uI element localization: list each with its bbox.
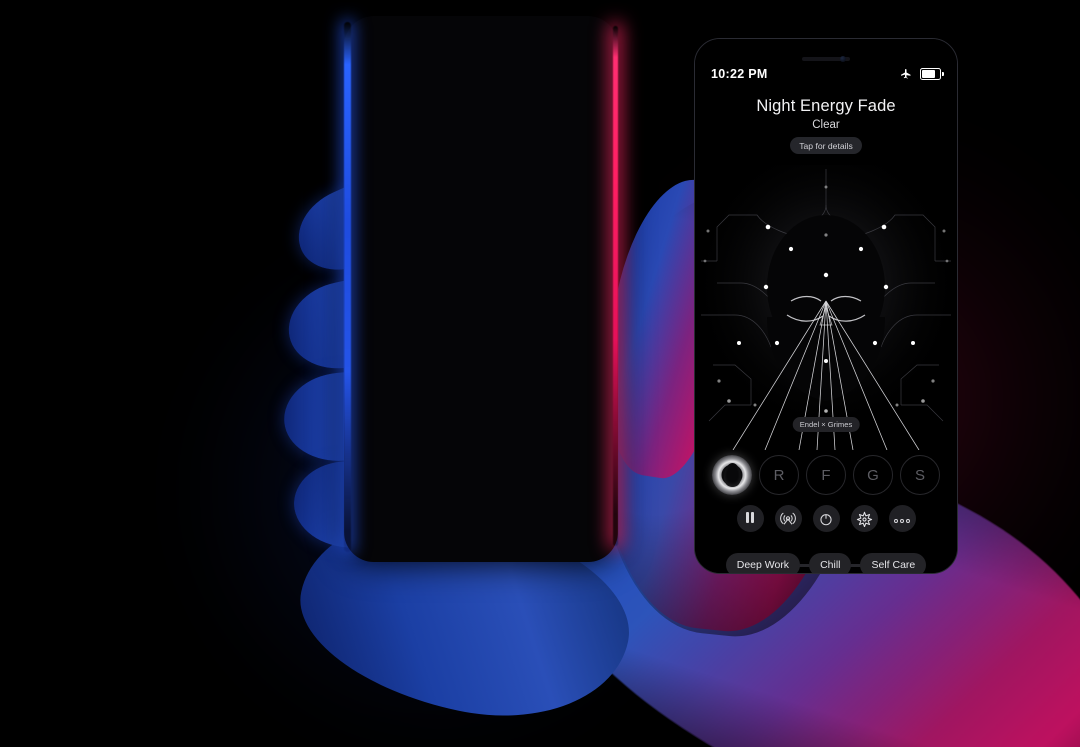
artwork-credit: Endel × Grimes <box>792 417 860 432</box>
status-bar: 10:22 PM <box>695 65 957 83</box>
radar-button[interactable] <box>774 505 802 532</box>
app-header: Night Energy Fade Clear Tap for details <box>695 97 957 154</box>
more-button[interactable] <box>888 505 916 532</box>
page-title: Night Energy Fade <box>756 97 896 115</box>
phone-bezel: 10:22 PM Night Energy Fade Clear Tap for… <box>694 38 958 574</box>
pause-icon <box>744 510 755 528</box>
mode-active-face[interactable] <box>712 455 752 495</box>
phone-edge-magenta-light <box>613 26 618 546</box>
mode-label: S <box>914 466 925 484</box>
airplane-icon <box>901 69 911 79</box>
mode-go[interactable]: G <box>853 455 893 495</box>
preset-chill[interactable]: Chill <box>809 553 852 573</box>
more-dots-icon <box>894 510 911 528</box>
brightness-button[interactable] <box>850 505 878 532</box>
status-icons <box>899 68 944 80</box>
preset-deep-work[interactable]: Deep Work <box>725 553 801 573</box>
face-glyph-icon <box>723 463 741 487</box>
page-subtitle: Clear <box>812 119 840 131</box>
mode-selector[interactable]: R F G S <box>695 455 957 495</box>
preset-self-care[interactable]: Self Care <box>860 553 927 573</box>
pause-button[interactable] <box>736 505 764 532</box>
control-row[interactable] <box>695 505 957 532</box>
battery-icon <box>920 68 944 80</box>
phone-edge-blue-light <box>344 22 351 552</box>
mode-sleep[interactable]: S <box>900 455 940 495</box>
power-timer-icon <box>820 513 832 525</box>
meditating-head-constellation-artwork[interactable]: Endel × Grimes <box>695 165 957 450</box>
status-clock: 10:22 PM <box>711 67 768 81</box>
scene: 10:22 PM Night Energy Fade Clear Tap for… <box>0 0 1080 747</box>
timer-button[interactable] <box>812 505 840 532</box>
mode-label: G <box>867 466 879 484</box>
preset-row[interactable]: Deep Work Chill Self Care <box>695 553 957 573</box>
mode-focus[interactable]: F <box>806 455 846 495</box>
mode-label: R <box>773 466 785 484</box>
phone-screen[interactable]: 10:22 PM Night Energy Fade Clear Tap for… <box>695 39 957 573</box>
mode-label: F <box>821 466 831 484</box>
radar-waves-icon <box>780 512 796 525</box>
details-chip[interactable]: Tap for details <box>790 137 862 154</box>
smartphone: 10:22 PM Night Energy Fade Clear Tap for… <box>344 16 958 574</box>
sparkle-star-icon <box>856 511 872 527</box>
mode-relax[interactable]: R <box>759 455 799 495</box>
front-camera-icon <box>840 56 847 62</box>
